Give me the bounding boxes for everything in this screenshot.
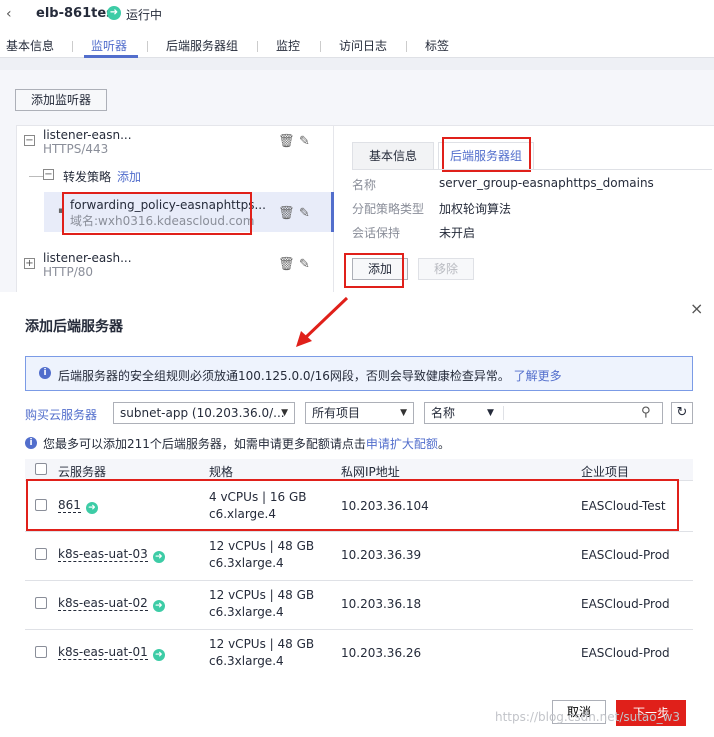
highlight-box xyxy=(344,253,404,288)
add-listener-button[interactable]: 添加监听器 xyxy=(15,89,107,111)
server-link[interactable]: k8s-eas-uat-02 xyxy=(58,596,148,611)
ip-cell: 10.203.36.39 xyxy=(341,548,422,562)
tab-monitoring[interactable]: 监控 xyxy=(276,37,300,54)
detail-key: 名称 xyxy=(352,178,377,192)
project-cell: EASCloud-Prod xyxy=(581,646,670,660)
highlight-box xyxy=(62,192,252,235)
project-cell: EASCloud-Prod xyxy=(581,548,670,562)
spec-cell: 12 vCPUs | 48 GB c6.3xlarge.4 xyxy=(209,588,315,619)
tab-tags[interactable]: 标签 xyxy=(425,37,449,54)
collapse-icon[interactable]: − xyxy=(24,135,35,146)
expand-icon[interactable]: + xyxy=(24,258,35,269)
column-header: 私网IP地址 xyxy=(341,465,400,479)
search-icon[interactable]: ⚲ xyxy=(641,403,651,423)
ip-cell: 10.203.36.18 xyxy=(341,597,422,611)
column-header: 云服务器 xyxy=(58,465,107,479)
detail-value: 未开启 xyxy=(439,226,476,240)
detail-key: 分配策略类型 xyxy=(352,202,425,216)
dialog-title: 添加后端服务器 xyxy=(25,319,123,335)
arrow-annotation-icon xyxy=(296,296,349,347)
delete-icon[interactable]: 🗑 xyxy=(278,206,295,221)
status-badge: 运行中 xyxy=(126,8,163,22)
listener-name[interactable]: listener-easn... xyxy=(43,128,132,142)
search-box[interactable]: 名称 ▼ ⚲ xyxy=(424,402,663,424)
refresh-button[interactable]: ↻ xyxy=(671,402,693,424)
row-checkbox[interactable] xyxy=(35,548,47,560)
back-icon[interactable]: ‹ xyxy=(6,6,12,22)
running-status-icon: ➜ xyxy=(107,6,121,20)
running-status-icon: ➜ xyxy=(152,551,165,563)
buy-server-link[interactable]: 购买云服务器 xyxy=(25,406,97,423)
search-field-select[interactable]: 名称 xyxy=(431,406,455,420)
server-link[interactable]: k8s-eas-uat-01 xyxy=(58,645,148,660)
highlight-box xyxy=(26,479,679,531)
column-header: 规格 xyxy=(209,465,234,479)
watermark: https://blog.csdn.net/sutao_w3 xyxy=(495,710,681,724)
row-checkbox[interactable] xyxy=(35,597,47,609)
chevron-down-icon: ▼ xyxy=(400,408,407,418)
running-status-icon: ➜ xyxy=(152,600,165,612)
detail-key: 会话保持 xyxy=(352,226,401,240)
notice-text: 后端服务器的安全组规则必须放通100.125.0.0/16网段，否则会导致健康检… xyxy=(58,369,562,383)
info-icon: i xyxy=(39,367,51,379)
tab-listeners[interactable]: 监听器 xyxy=(91,37,127,54)
chevron-down-icon: ▼ xyxy=(487,408,494,418)
detail-tab-basic[interactable]: 基本信息 xyxy=(352,142,434,170)
remove-backend-button[interactable]: 移除 xyxy=(418,258,474,280)
column-header: 企业项目 xyxy=(581,465,630,479)
select-all-checkbox[interactable] xyxy=(35,463,47,475)
edit-icon[interactable]: ✎ xyxy=(299,257,310,272)
project-cell: EASCloud-Prod xyxy=(581,597,670,611)
listener-protocol: HTTPS/443 xyxy=(43,142,109,156)
chevron-down-icon: ▼ xyxy=(281,408,288,418)
ip-cell: 10.203.36.26 xyxy=(341,646,422,660)
detail-value: 加权轮询算法 xyxy=(439,202,512,216)
server-group-link[interactable]: server_group-easnaphttps_domains xyxy=(439,176,654,190)
running-status-icon: ➜ xyxy=(152,649,165,661)
server-link[interactable]: k8s-eas-uat-03 xyxy=(58,547,148,562)
row-checkbox[interactable] xyxy=(35,646,47,658)
edit-icon[interactable]: ✎ xyxy=(299,206,310,221)
tab-backend-groups[interactable]: 后端服务器组 xyxy=(166,37,238,54)
highlight-box xyxy=(442,137,531,172)
listener-name[interactable]: listener-eash... xyxy=(43,251,132,265)
refresh-icon: ↻ xyxy=(676,405,688,420)
collapse-icon[interactable]: − xyxy=(43,169,54,180)
tab-access-logs[interactable]: 访问日志 xyxy=(339,37,387,54)
delete-icon[interactable]: 🗑 xyxy=(278,134,295,149)
delete-icon[interactable]: 🗑 xyxy=(278,257,295,272)
forwarding-policy-label: 转发策略 xyxy=(63,170,112,184)
add-policy-link[interactable]: 添加 xyxy=(117,168,141,185)
spec-cell: 12 vCPUs | 48 GB c6.3xlarge.4 xyxy=(209,637,315,668)
quota-hint: 您最多可以添加211个后端服务器，如需申请更多配额请点击申请扩大配额。 xyxy=(43,437,450,451)
listener-protocol: HTTP/80 xyxy=(43,265,94,279)
subnet-select[interactable]: subnet-app (10.203.36.0/... ▼ xyxy=(113,402,295,424)
project-select[interactable]: 所有项目 ▼ xyxy=(305,402,414,424)
learn-more-link[interactable]: 了解更多 xyxy=(514,369,562,383)
edit-icon[interactable]: ✎ xyxy=(299,134,310,149)
close-icon[interactable]: × xyxy=(690,299,703,318)
info-icon: i xyxy=(25,437,37,449)
request-quota-link[interactable]: 申请扩大配额 xyxy=(366,437,438,451)
tab-basic-info[interactable]: 基本信息 xyxy=(6,37,54,54)
spec-cell: 12 vCPUs | 48 GB c6.3xlarge.4 xyxy=(209,539,315,570)
